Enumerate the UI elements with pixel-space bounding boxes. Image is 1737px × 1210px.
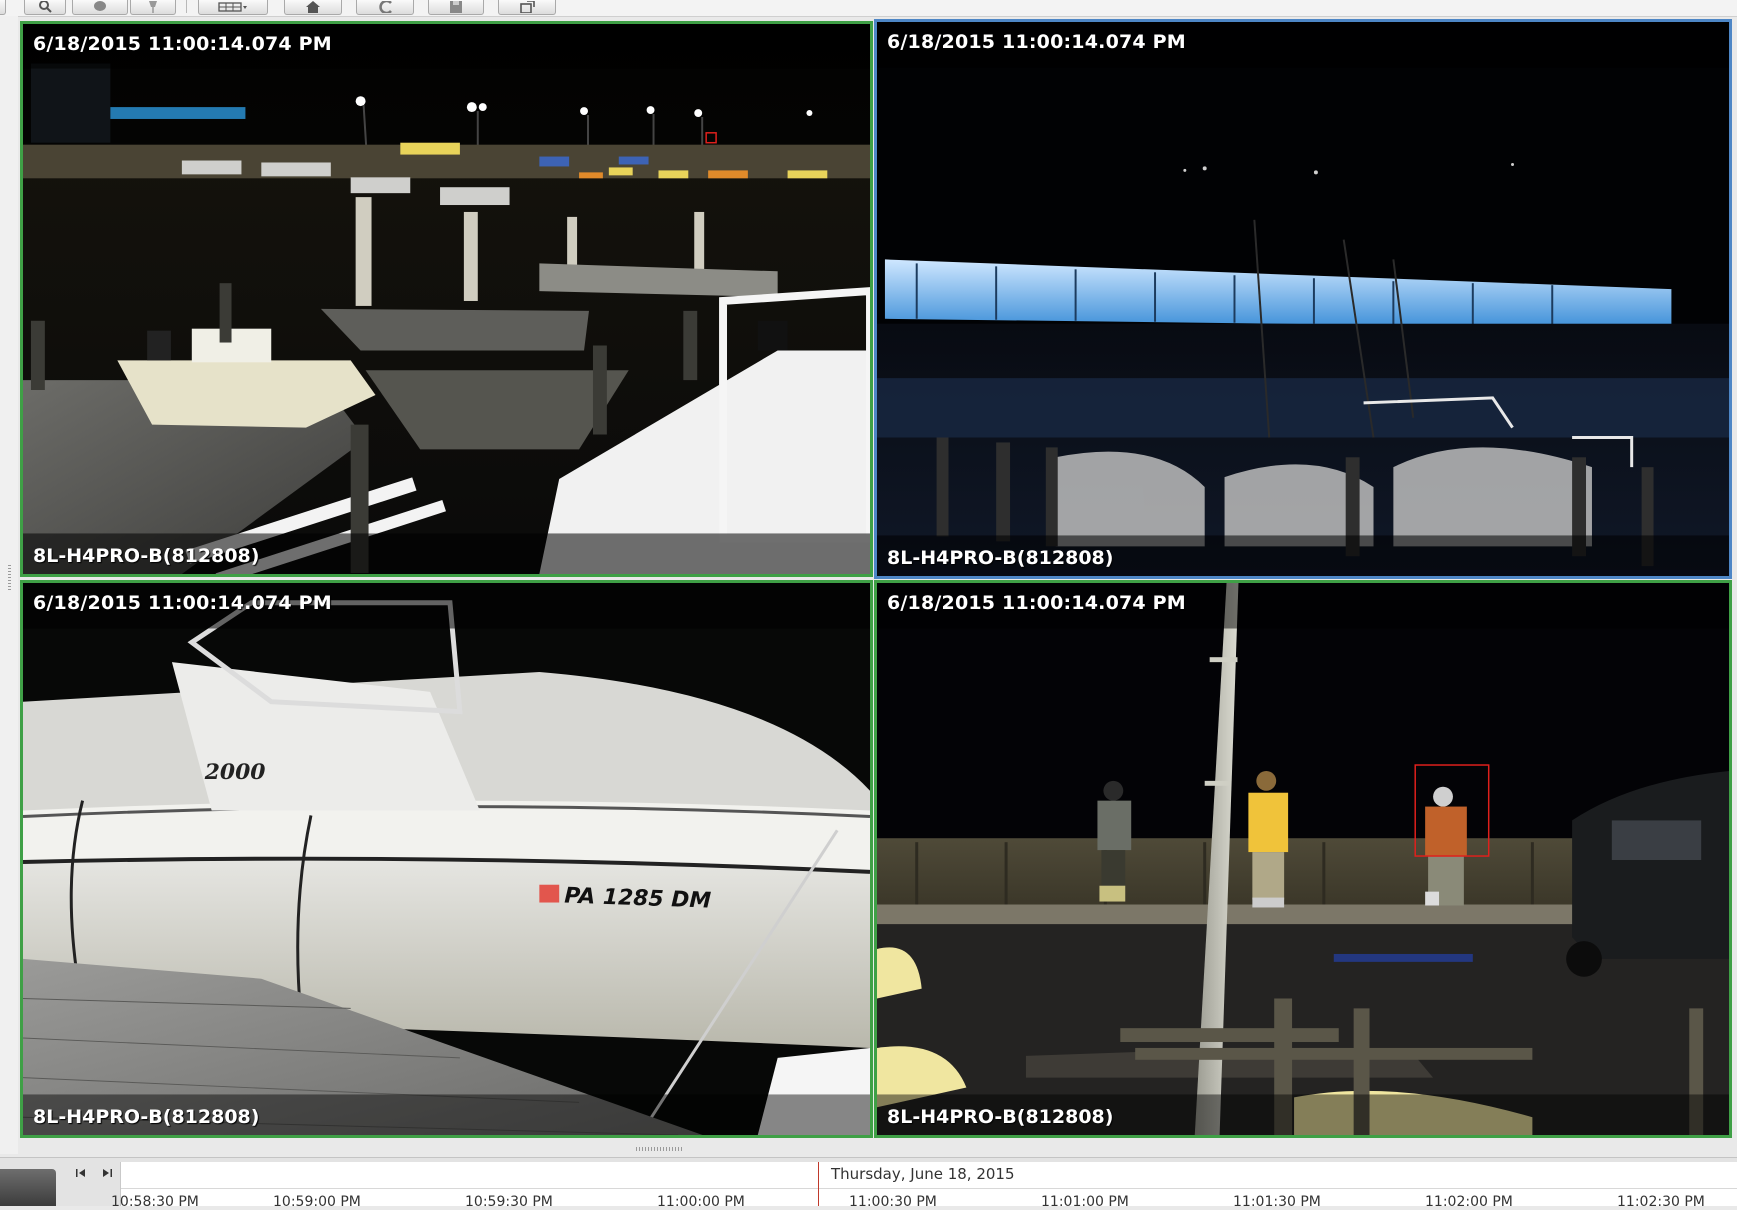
layout-grid-icon	[218, 2, 248, 12]
camera-timestamp: 6/18/2015 11:00:14.074 PM	[887, 592, 1186, 614]
timeline-tick-label: 11:00:30 PM	[849, 1194, 937, 1210]
timeline-tick-label: 11:02:30 PM	[1617, 1194, 1705, 1210]
save-button[interactable]	[428, 0, 484, 15]
toolbar-edge	[0, 0, 6, 15]
motion-button[interactable]	[72, 0, 128, 15]
timeline-track[interactable]: Thursday, June 18, 2015 10:58:30 PM 10:59…	[111, 1162, 1737, 1210]
horizontal-splitter-grip[interactable]	[636, 1147, 682, 1151]
timeline-tick-label: 11:02:00 PM	[1425, 1194, 1513, 1210]
skip-to-end-button[interactable]	[100, 1165, 114, 1179]
search-icon	[38, 1, 52, 13]
camera-timestamp: 6/18/2015 11:00:14.074 PM	[887, 31, 1186, 53]
timeline-tick-label: 10:59:30 PM	[465, 1194, 553, 1210]
camera-2-video-frame	[877, 22, 1729, 576]
home-button[interactable]	[284, 0, 342, 15]
search-button[interactable]	[24, 0, 66, 15]
pin-button[interactable]	[130, 0, 176, 15]
camera-tile-3[interactable]: 2000 PA 1285 DM 6/18/2015 11:00:14.074 P…	[20, 580, 873, 1138]
camera-label: 8L-H4PRO-B(812808)	[33, 545, 260, 567]
export-button[interactable]	[498, 0, 556, 15]
timeline-tick-label: 10:58:30 PM	[111, 1194, 199, 1210]
pin-icon	[146, 1, 160, 13]
timeline-tick-label: 11:01:30 PM	[1233, 1194, 1321, 1210]
motion-icon	[92, 1, 108, 13]
timeline-tick-label: 11:00:00 PM	[657, 1194, 745, 1210]
home-icon	[305, 1, 321, 13]
rewind-icon	[377, 1, 393, 13]
layout-button[interactable]	[198, 0, 268, 15]
timeline-tick-label: 10:59:00 PM	[273, 1194, 361, 1210]
camera-4-video-frame	[877, 583, 1729, 1135]
playback-position-marker[interactable]	[818, 1162, 819, 1206]
skip-forward-icon	[102, 1163, 112, 1182]
timeline-panel: Thursday, June 18, 2015 10:58:30 PM 10:59…	[0, 1157, 1737, 1210]
toolbar-separator	[186, 0, 187, 13]
timeline-control-panel	[0, 1169, 56, 1206]
toolbar	[0, 0, 1737, 17]
save-icon	[449, 1, 463, 13]
camera-tile-4[interactable]: 6/18/2015 11:00:14.074 PM 8L-H4PRO-B(812…	[874, 580, 1732, 1138]
export-icon	[519, 1, 535, 13]
timeline-tick-label: 11:01:00 PM	[1041, 1194, 1129, 1210]
camera-timestamp: 6/18/2015 11:00:14.074 PM	[33, 592, 332, 614]
timeline-date: Thursday, June 18, 2015	[831, 1165, 1015, 1183]
timeline-axis	[121, 1188, 1737, 1189]
skip-back-icon	[76, 1163, 86, 1182]
camera-label: 8L-H4PRO-B(812808)	[33, 1106, 260, 1128]
rewind-button[interactable]	[356, 0, 414, 15]
camera-timestamp: 6/18/2015 11:00:14.074 PM	[33, 33, 332, 55]
skip-to-start-button[interactable]	[74, 1165, 88, 1179]
boat-registration-text: PA 1285 DM	[564, 884, 712, 914]
camera-tile-2[interactable]: 6/18/2015 11:00:14.074 PM 8L-H4PRO-B(812…	[874, 19, 1732, 579]
camera-3-video-frame: 2000 PA 1285 DM	[23, 583, 870, 1135]
boat-model-text: 2000	[204, 760, 266, 785]
camera-label: 8L-H4PRO-B(812808)	[887, 1106, 1114, 1128]
vertical-splitter-grip[interactable]	[8, 565, 11, 591]
camera-tile-1[interactable]: 6/18/2015 11:00:14.074 PM 8L-H4PRO-B(812…	[20, 21, 873, 577]
camera-1-video-frame	[23, 24, 870, 574]
camera-label: 8L-H4PRO-B(812808)	[887, 547, 1114, 569]
